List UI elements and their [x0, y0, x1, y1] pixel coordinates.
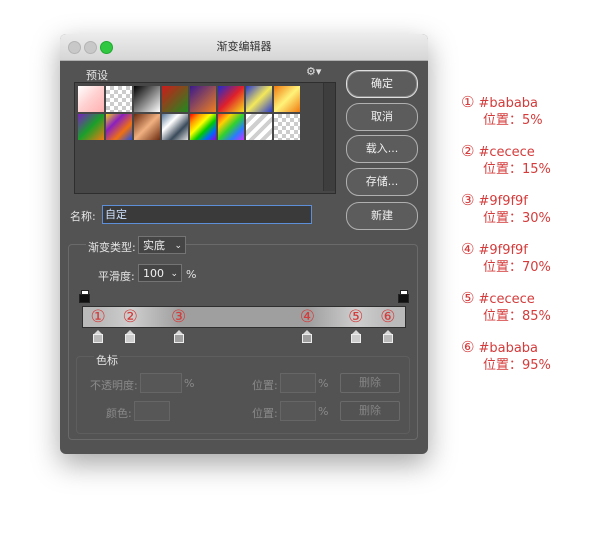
title-bar: 渐变编辑器	[60, 34, 428, 61]
chevron-down-icon: ⌄	[170, 269, 178, 279]
annotation-color: ② #cecece	[461, 143, 535, 161]
presets-scrollbar[interactable]	[323, 83, 335, 191]
annotation-hex: #bababa	[478, 96, 539, 111]
stop-number: ⑥	[380, 307, 396, 327]
annotation-hex: #cecece	[478, 292, 535, 307]
preset-swatch[interactable]	[106, 86, 132, 112]
annotation-color: ① #bababa	[461, 94, 538, 112]
color-stop-group	[76, 356, 410, 434]
cancel-button[interactable]: 取消	[346, 103, 418, 131]
annotation-color: ⑥ #bababa	[461, 339, 538, 357]
stop-number: ④	[299, 307, 316, 327]
preset-swatch[interactable]	[274, 86, 300, 112]
opacity-location-unit: %	[318, 377, 329, 390]
color-stop-marker[interactable]	[302, 330, 313, 343]
color-location-unit: %	[318, 405, 329, 418]
preset-swatch[interactable]	[190, 114, 216, 140]
color-location-label: 位置:	[252, 407, 278, 420]
annotation-position: 位置：85%	[483, 309, 551, 324]
opacity-stop-right[interactable]	[398, 290, 409, 303]
preset-swatch[interactable]	[246, 114, 272, 140]
chevron-down-icon: ⌄	[174, 241, 182, 251]
save-button[interactable]: 存储...	[346, 168, 418, 196]
stop-number: ③	[170, 307, 187, 327]
annotation-position: 位置：95%	[483, 358, 551, 373]
opacity-input[interactable]	[140, 373, 182, 393]
preset-swatch[interactable]	[134, 86, 160, 112]
name-input[interactable]: 自定	[102, 205, 312, 224]
preset-swatch[interactable]	[218, 86, 244, 112]
new-button[interactable]: 新建	[346, 202, 418, 230]
color-delete-button[interactable]: 删除	[340, 401, 400, 421]
presets-label: 预设	[86, 69, 108, 82]
annotation-position: 位置：5%	[483, 113, 543, 128]
preset-swatch[interactable]	[162, 86, 188, 112]
annotation-number: ⑤	[461, 289, 475, 307]
smoothness-unit: %	[186, 268, 197, 281]
opacity-location-label: 位置:	[252, 379, 278, 392]
preset-swatch[interactable]	[78, 114, 104, 140]
preset-swatch[interactable]	[274, 114, 300, 140]
preset-swatch[interactable]	[78, 86, 104, 112]
annotation-position: 位置：70%	[483, 260, 551, 275]
ok-button[interactable]: 确定	[346, 70, 418, 98]
color-stop-marker[interactable]	[382, 330, 393, 343]
preset-swatch[interactable]	[134, 114, 160, 140]
color-location-input[interactable]	[280, 401, 316, 421]
color-label: 颜色:	[106, 407, 132, 420]
opacity-stop-left[interactable]	[79, 290, 90, 303]
annotation-number: ②	[461, 142, 475, 160]
opacity-label: 不透明度:	[90, 379, 138, 392]
annotation-hex: #9f9f9f	[478, 194, 528, 209]
opacity-delete-button[interactable]: 删除	[340, 373, 400, 393]
color-stop-marker[interactable]	[93, 330, 104, 343]
annotation-hex: #bababa	[478, 341, 539, 356]
annotation-number: ④	[461, 240, 475, 258]
window-title: 渐变编辑器	[216, 40, 272, 53]
color-stop-marker[interactable]	[173, 330, 184, 343]
opacity-unit: %	[184, 377, 195, 390]
annotation-hex: #9f9f9f	[478, 243, 528, 258]
annotation-position: 位置：30%	[483, 211, 551, 226]
presets-panel	[74, 82, 336, 194]
gradient-type-value: 实底	[143, 239, 165, 252]
load-button[interactable]: 载入...	[346, 135, 418, 163]
annotation-number: ①	[461, 93, 475, 111]
stop-number: ②	[122, 307, 138, 327]
preset-swatch[interactable]	[246, 86, 272, 112]
smoothness-label: 平滑度:	[98, 270, 135, 283]
gradient-type-select[interactable]: 实底 ⌄	[138, 236, 186, 254]
annotation-color: ⑤ #cecece	[461, 290, 535, 308]
annotation-number: ⑥	[461, 338, 475, 356]
opacity-location-input[interactable]	[280, 373, 316, 393]
gear-icon[interactable]: ⚙▾	[306, 65, 321, 78]
annotation-color: ④ #9f9f9f	[461, 241, 528, 259]
preset-swatch[interactable]	[218, 114, 244, 140]
stop-number: ⑤	[348, 307, 364, 327]
color-stop-marker[interactable]	[350, 330, 361, 343]
annotation-color: ③ #9f9f9f	[461, 192, 528, 210]
color-stop-title: 色标	[94, 352, 120, 368]
gradient-type-label: 渐变类型:	[86, 239, 138, 255]
preset-swatch[interactable]	[190, 86, 216, 112]
annotation-hex: #cecece	[478, 145, 535, 160]
smoothness-input[interactable]: 100 ⌄	[138, 264, 182, 282]
preset-swatch[interactable]	[162, 114, 188, 140]
annotation-position: 位置：15%	[483, 162, 551, 177]
preset-swatch[interactable]	[106, 114, 132, 140]
gradient-editor-window: 渐变编辑器 预设 ⚙▾ 确定 取消 载入... 存储... 名称: 自定 新建 …	[60, 34, 428, 454]
smoothness-value: 100	[143, 267, 164, 280]
annotation-number: ③	[461, 191, 475, 209]
name-label: 名称:	[70, 210, 96, 223]
color-swatch-input[interactable]	[134, 401, 170, 421]
color-stop-marker[interactable]	[125, 330, 136, 343]
stop-number: ①	[90, 307, 106, 327]
